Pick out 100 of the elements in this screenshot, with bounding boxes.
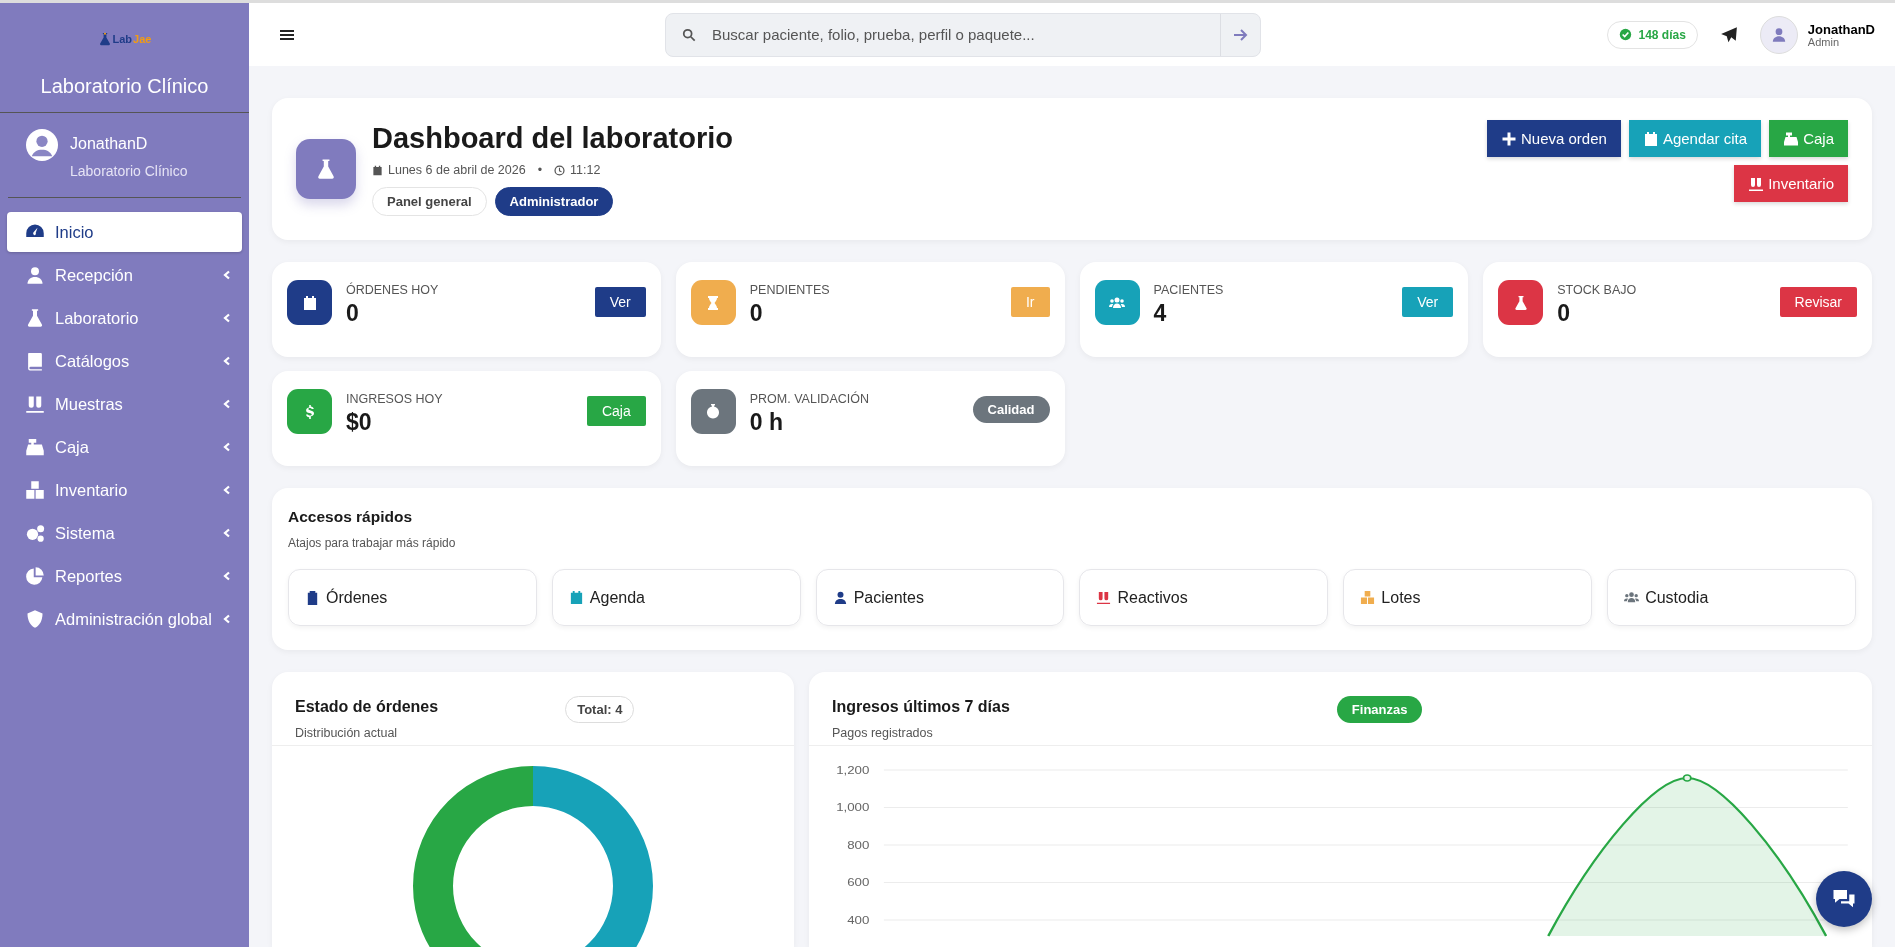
quick-access-link[interactable]: Órdenes <box>288 569 537 626</box>
chevron-icon <box>222 313 232 323</box>
users-icon <box>1624 590 1640 605</box>
calendar-icon <box>568 590 584 605</box>
date-text: Lunes 6 de abril de 2026 <box>388 163 526 177</box>
chevron-icon <box>222 528 232 538</box>
sidebar-item[interactable]: Reportes <box>7 556 242 596</box>
stat-label: STOCK BAJO <box>1557 283 1638 297</box>
tubes-icon <box>1096 590 1112 605</box>
quick-access-link[interactable]: Pacientes <box>815 569 1065 626</box>
tag-chip[interactable]: Administrador <box>494 187 614 216</box>
chevron-icon <box>222 399 232 409</box>
person-icon <box>832 590 848 605</box>
flask-logo-icon <box>97 31 112 47</box>
stat-value: 0 <box>346 300 360 327</box>
action-button[interactable]: Agendar cita <box>1628 120 1762 157</box>
calendar-icon <box>1642 130 1659 147</box>
y-axis-label: 1,000 <box>836 801 870 815</box>
user-subtitle: Laboratorio Clínico <box>70 163 188 179</box>
calendar-icon <box>372 164 383 176</box>
avatar-icon <box>26 129 58 161</box>
sidebar-item[interactable]: Sistema <box>7 513 242 553</box>
flask-icon <box>296 139 356 199</box>
search-field[interactable]: Buscar paciente, folio, prueba, perfil o paquete... <box>710 25 1220 44</box>
y-axis-label: 800 <box>847 839 870 852</box>
action-button[interactable]: Nueva orden <box>1487 120 1621 157</box>
chart-subtitle: Distribución actual <box>295 726 399 740</box>
register-icon <box>1783 130 1800 147</box>
stat-value: 0 h <box>749 409 784 436</box>
page-title: Dashboard del laboratorio <box>372 122 733 155</box>
book-icon <box>25 351 45 371</box>
logo-text: Lab <box>112 33 133 45</box>
user-name: JonathanD <box>70 135 149 153</box>
stat-button[interactable]: Revisar <box>1779 287 1857 317</box>
stat-button[interactable]: Caja <box>586 396 646 426</box>
stat-button[interactable]: Calidad <box>972 396 1050 423</box>
stat-label: PACIENTES <box>1153 283 1225 297</box>
action-button[interactable]: Caja <box>1769 120 1848 157</box>
flask-icon <box>1512 294 1529 311</box>
stat-label: INGRESOS HOY <box>346 392 444 406</box>
finance-badge: Finanzas <box>1336 696 1423 723</box>
section-subtitle: Atajos para trabajar más rápido <box>288 536 457 550</box>
tubes-icon <box>25 394 45 414</box>
y-axis-label: 600 <box>847 876 870 890</box>
sidebar-item[interactable]: Administración global <box>7 599 242 639</box>
register-icon <box>25 437 45 457</box>
sidebar-item[interactable]: Recepción <box>7 255 242 295</box>
flask-icon <box>25 308 45 328</box>
sidebar-item[interactable]: Inventario <box>7 470 242 510</box>
time-text: 11:12 <box>570 163 601 177</box>
stat-value: 0 <box>749 300 764 327</box>
stat-button[interactable]: Ver <box>594 287 646 317</box>
chevron-icon <box>222 442 232 452</box>
sidebar-item[interactable]: Laboratorio <box>7 298 242 338</box>
sidebar-item[interactable]: Muestras <box>7 384 242 424</box>
tubes-icon <box>1748 175 1765 192</box>
user-name: JonathanD <box>1807 21 1875 37</box>
avatar-icon <box>1759 15 1798 54</box>
chevron-icon <box>222 614 232 624</box>
boxes-icon <box>1360 590 1376 605</box>
sidebar-item[interactable]: Catálogos <box>7 341 242 381</box>
stat-label: PENDIENTES <box>749 283 831 297</box>
boxes-icon <box>25 480 45 500</box>
plus-icon <box>1501 130 1517 147</box>
stopwatch-icon <box>705 403 722 420</box>
search-icon <box>682 27 696 42</box>
quick-access-link[interactable]: Custodia <box>1607 569 1856 626</box>
stat-label: PROM. VALIDACIÓN <box>749 392 870 406</box>
search-bar[interactable]: Buscar paciente, folio, prueba, perfil o paquete... <box>665 12 1261 57</box>
chevron-icon <box>222 485 232 495</box>
sidebar-title: Laboratorio Clínico <box>0 51 249 113</box>
chart-title: Estado de órdenes <box>295 698 439 716</box>
y-axis-label: 1,200 <box>836 764 870 777</box>
sidebar-item[interactable]: Caja <box>7 427 242 467</box>
quick-access-link[interactable]: Agenda <box>551 569 801 626</box>
chevron-icon <box>222 270 232 280</box>
logo-text: Jae <box>133 33 152 45</box>
calendar-icon <box>301 294 318 311</box>
stat-value: 0 <box>1557 300 1572 327</box>
section-title: Accesos rápidos <box>288 508 414 526</box>
chevron-icon <box>222 571 232 581</box>
stat-button[interactable]: Ver <box>1402 287 1454 317</box>
action-button[interactable]: Inventario <box>1734 165 1848 202</box>
stat-value: $0 <box>346 409 373 436</box>
separator-dot: • <box>537 163 542 177</box>
chart-title: Ingresos últimos 7 días <box>832 698 1010 716</box>
quick-access-link[interactable]: Lotes <box>1343 569 1593 626</box>
sidebar-item[interactable]: Inicio <box>7 212 242 252</box>
chevron-icon <box>222 356 232 366</box>
quick-access-link[interactable]: Reactivos <box>1079 569 1329 626</box>
shield-icon <box>25 609 45 629</box>
clock-icon <box>554 164 565 176</box>
y-axis-label: 400 <box>847 914 870 927</box>
person-icon <box>25 265 45 285</box>
user-role: Admin <box>1807 36 1840 48</box>
arrow-icon <box>1232 26 1249 43</box>
chart-subtitle: Pagos registrados <box>832 726 934 740</box>
pie-icon <box>25 566 45 586</box>
stat-value: 4 <box>1153 300 1168 327</box>
stat-label: ÓRDENES HOY <box>346 283 440 297</box>
